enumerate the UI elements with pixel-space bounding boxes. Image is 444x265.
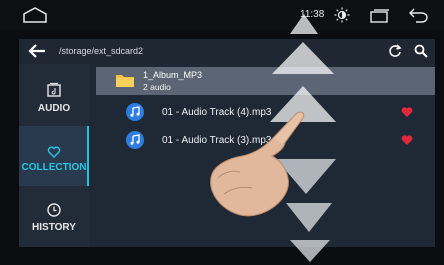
track-row[interactable]: 01 - Audio Track (3).mp3 [96,127,435,153]
track-name: 01 - Audio Track (4).mp3 [162,107,272,118]
refresh-icon[interactable] [388,44,402,58]
folder-row[interactable]: 1_Album_MP3 2 audio [96,67,435,95]
back-icon[interactable] [408,7,428,23]
search-icon[interactable] [414,44,428,58]
music-browser: /storage/ext_sdcard2 AUDIO COLLECTION HI… [19,39,435,247]
sidebar-item-label: COLLECTION [21,162,87,173]
music-note-icon [126,131,144,149]
clock-time: 11:38 [300,9,325,20]
sidebar-item-collection[interactable]: COLLECTION [19,126,89,186]
brightness-icon[interactable] [334,7,350,23]
favorite-heart-icon[interactable] [401,134,413,146]
path-bar: /storage/ext_sdcard2 [19,39,435,64]
sidebar: AUDIO COLLECTION HISTORY [19,64,89,247]
music-note-icon [126,103,144,121]
clock-icon [47,203,61,217]
heart-outline-icon [47,146,61,158]
status-bar: 11:38 [0,0,444,30]
sidebar-item-label: HISTORY [32,222,76,233]
back-arrow-icon[interactable] [28,44,46,58]
window-icon[interactable] [370,9,390,23]
track-name: 01 - Audio Track (3).mp3 [162,135,272,146]
sidebar-item-history[interactable]: HISTORY [19,188,89,248]
track-row[interactable]: 01 - Audio Track (4).mp3 [96,99,435,125]
current-path: /storage/ext_sdcard2 [59,46,144,56]
audio-folder-icon [47,82,61,97]
file-list: 1_Album_MP3 2 audio 01 - Audio Track (4)… [96,67,435,247]
folder-name: 1_Album_MP3 [143,70,203,80]
folder-count: 2 audio [143,82,171,92]
sidebar-item-audio[interactable]: AUDIO [19,66,89,126]
favorite-heart-icon[interactable] [401,106,413,118]
sidebar-item-label: AUDIO [37,103,71,114]
folder-icon [116,75,134,87]
home-icon[interactable] [22,6,48,24]
